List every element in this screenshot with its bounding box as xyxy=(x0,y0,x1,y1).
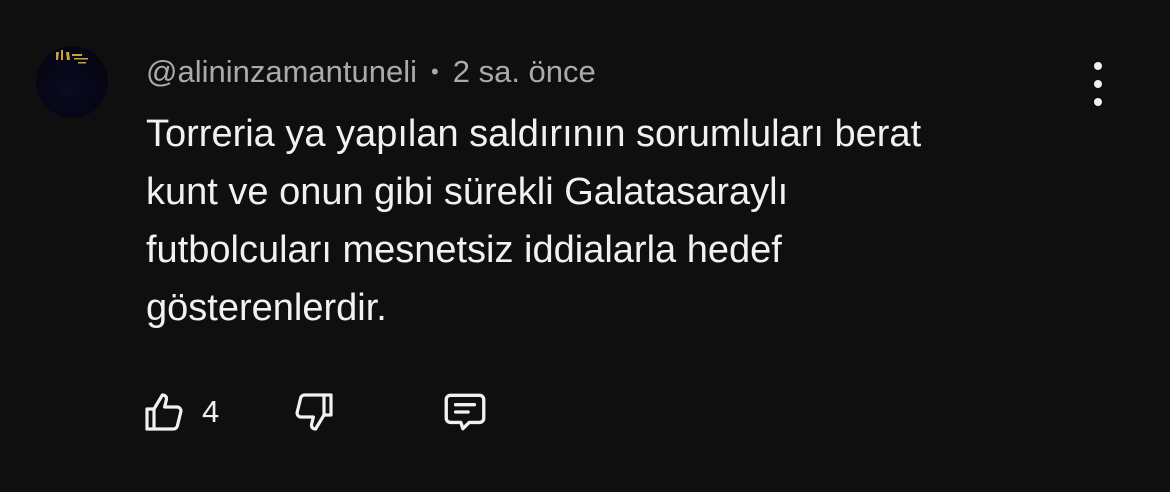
comment-timestamp[interactable]: 2 sa. önce xyxy=(453,54,596,90)
author-name[interactable]: @alininzamantuneli xyxy=(146,54,417,90)
comment-text: Torreria ya yapılan saldırının sorumlula… xyxy=(146,113,922,329)
comment-actions: 4 xyxy=(140,384,510,440)
thumbs-down-icon xyxy=(295,393,333,431)
avatar[interactable] xyxy=(36,46,108,118)
menu-dot xyxy=(1094,80,1102,88)
comment-header: @alininzamantuneli • 2 sa. önce xyxy=(146,52,596,92)
separator-dot: • xyxy=(431,59,439,84)
menu-dot xyxy=(1094,98,1102,106)
menu-dot xyxy=(1094,62,1102,70)
reply-button[interactable] xyxy=(440,384,510,440)
comment-icon xyxy=(444,393,486,431)
more-vertical-icon[interactable] xyxy=(1080,62,1116,106)
avatar-image xyxy=(56,50,88,64)
thumbs-up-icon xyxy=(145,393,183,431)
like-button[interactable]: 4 xyxy=(140,384,290,440)
dislike-button[interactable] xyxy=(290,384,440,440)
like-count: 4 xyxy=(202,394,220,429)
